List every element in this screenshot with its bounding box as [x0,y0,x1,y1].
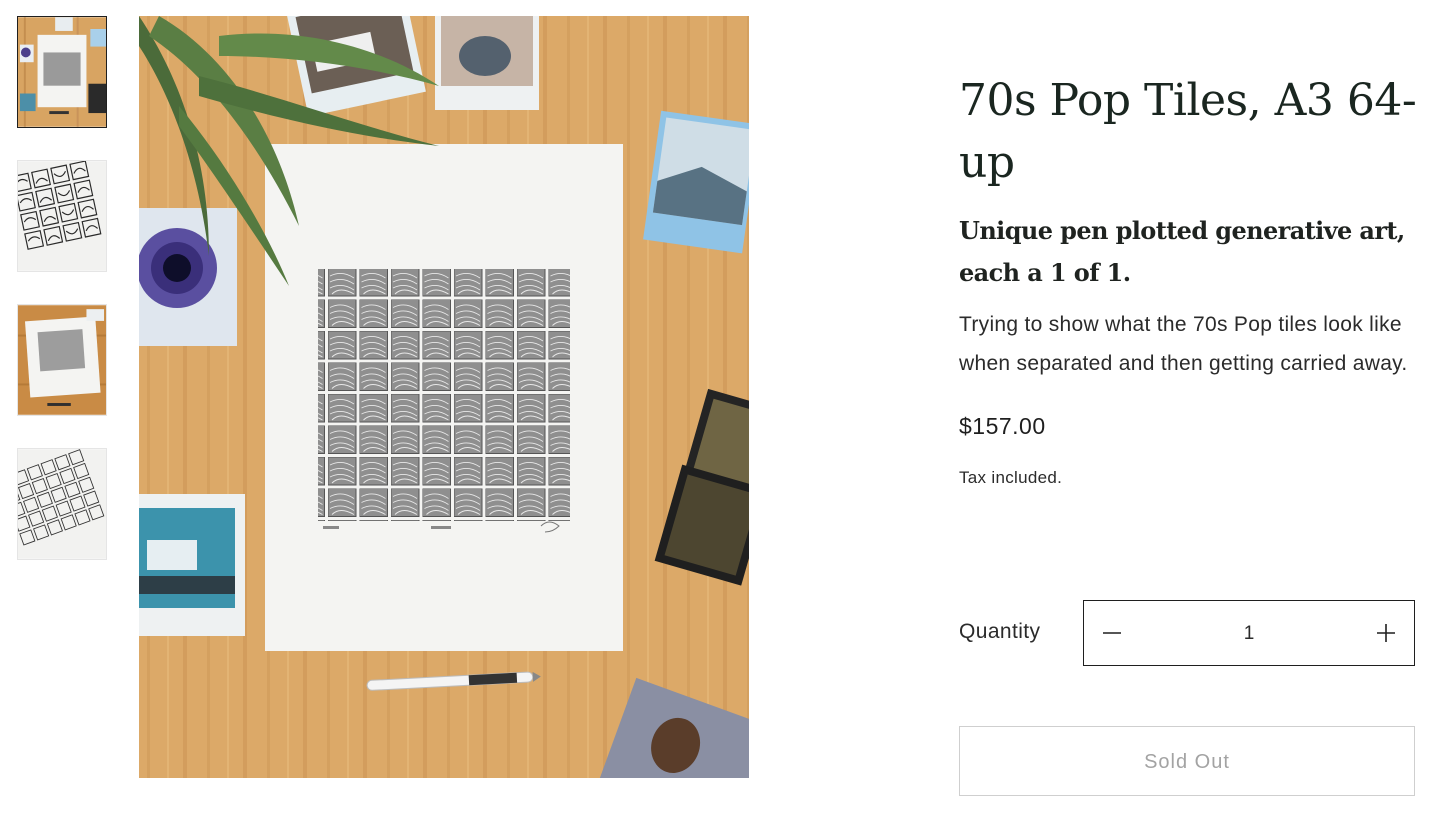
decrease-quantity-button[interactable] [1084,601,1140,665]
product-price: $157.00 [959,413,1046,439]
minus-icon [1103,632,1121,634]
thumbnail-image [18,305,106,415]
plus-icon [1377,624,1395,642]
thumbnail-image [18,17,106,127]
quantity-input[interactable] [1140,601,1358,667]
tax-note: Tax included. [959,468,1063,487]
thumbnail-2[interactable] [17,160,107,272]
product-photo [139,16,749,778]
quantity-label: Quantity [959,620,1041,643]
thumbnail-4[interactable] [17,448,107,560]
product-info: 70s Pop Tiles, A3 64-up Unique pen plott… [959,70,1419,488]
thumbnail-gallery [17,16,109,592]
quantity-row: Quantity [959,600,1415,667]
quantity-stepper [1083,600,1415,667]
thumbnail-image [18,449,106,559]
increase-quantity-button[interactable] [1358,601,1414,665]
product-main-image[interactable] [139,16,749,778]
product-subtitle: Unique pen plotted generative art, each … [959,216,1405,287]
thumbnail-3[interactable] [17,304,107,416]
product-title: 70s Pop Tiles, A3 64-up [959,75,1417,188]
product-description: Trying to show what the 70s Pop tiles lo… [959,313,1408,375]
thumbnail-1[interactable] [17,16,107,128]
thumbnail-image [18,161,106,271]
sold-out-button[interactable]: Sold Out [959,726,1415,796]
